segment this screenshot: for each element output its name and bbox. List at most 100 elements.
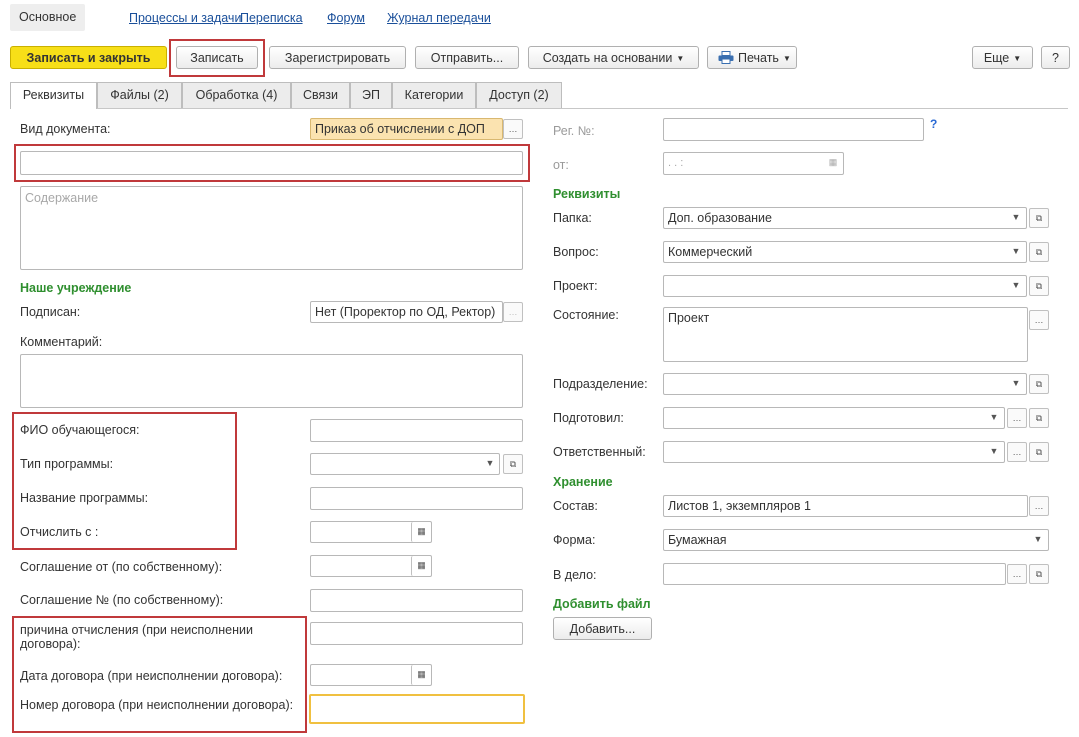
signed-field[interactable]: Нет (Проректор по ОД, Ректор) — [310, 301, 503, 323]
chevron-down-icon[interactable]: ▼ — [1028, 530, 1048, 550]
department-label: Подразделение: — [553, 377, 648, 391]
contract-no-input[interactable] — [309, 694, 525, 724]
ellipsis-icon[interactable]: … — [1007, 564, 1027, 584]
to-file-label: В дело: — [553, 568, 597, 582]
from-date-field[interactable]: . . : — [663, 152, 844, 175]
folder-value: Доп. образование — [668, 211, 772, 225]
program-type-select[interactable] — [310, 453, 500, 475]
add-file-header: Добавить файл — [553, 597, 651, 611]
student-input[interactable] — [310, 419, 523, 442]
comment-label: Комментарий: — [20, 335, 103, 349]
tab-access[interactable]: Доступ (2) — [476, 82, 562, 108]
nav-tab-main[interactable]: Основное — [10, 4, 86, 31]
agreement-from-label: Соглашение от (по собственному): — [20, 560, 223, 574]
open-form-icon[interactable]: ⧉ — [503, 454, 523, 474]
reg-no-label: Рег. №: — [553, 124, 595, 138]
prepared-select[interactable] — [663, 407, 1005, 429]
reg-no-input[interactable] — [663, 118, 924, 141]
chevron-down-icon[interactable]: ▼ — [984, 408, 1004, 428]
tab-processing[interactable]: Обработка (4) — [182, 82, 291, 108]
comment-textarea[interactable] — [20, 354, 523, 408]
project-select[interactable] — [663, 275, 1027, 297]
question-select[interactable]: Коммерческий — [663, 241, 1027, 263]
signed-label: Подписан: — [20, 305, 81, 319]
tabs-baseline — [10, 108, 1068, 109]
project-label: Проект: — [553, 279, 598, 293]
print-button[interactable]: Печать ▼ — [707, 46, 797, 69]
chevron-down-icon[interactable]: ▼ — [480, 454, 500, 474]
top-navigation: Основное Процессы и задачи Переписка Фор… — [0, 0, 1079, 36]
form-select[interactable]: Бумажная — [663, 529, 1049, 551]
add-file-button[interactable]: Добавить... — [553, 617, 652, 640]
calendar-icon[interactable]: ▦ — [823, 153, 843, 173]
open-form-icon[interactable]: ⧉ — [1029, 564, 1049, 584]
title-input[interactable] — [20, 151, 523, 175]
more-button[interactable]: Еще ▼ — [972, 46, 1033, 69]
open-form-icon[interactable]: ⧉ — [1029, 408, 1049, 428]
ellipsis-icon[interactable]: … — [1007, 408, 1027, 428]
send-button[interactable]: Отправить... — [415, 46, 519, 69]
department-select[interactable] — [663, 373, 1027, 395]
state-value: Проект — [668, 311, 710, 325]
composition-label: Состав: — [553, 499, 598, 513]
folder-label: Папка: — [553, 211, 592, 225]
tab-requisites[interactable]: Реквизиты — [10, 82, 97, 109]
nav-link-processes[interactable]: Процессы и задачи — [129, 11, 241, 25]
help-button[interactable]: ? — [1041, 46, 1070, 69]
chevron-down-icon[interactable]: ▼ — [1006, 208, 1026, 228]
nav-link-correspondence[interactable]: Переписка — [240, 11, 303, 25]
ellipsis-icon[interactable]: … — [503, 119, 523, 139]
chevron-down-icon: ▼ — [1013, 54, 1022, 63]
state-field[interactable]: Проект — [663, 307, 1028, 362]
save-and-close-button[interactable]: Записать и закрыть — [10, 46, 167, 69]
folder-select[interactable]: Доп. образование — [663, 207, 1027, 229]
chevron-down-icon: ▼ — [676, 54, 685, 63]
question-label: Вопрос: — [553, 245, 599, 259]
open-form-icon[interactable]: ⧉ — [1029, 276, 1049, 296]
calendar-icon[interactable]: ▦ — [411, 522, 431, 542]
printer-icon — [718, 51, 734, 64]
contract-no-label: Номер договора (при неисполнении договор… — [20, 698, 294, 712]
form-value: Бумажная — [668, 533, 727, 547]
tab-signature[interactable]: ЭП — [350, 82, 392, 108]
agreement-no-label: Соглашение № (по собственному): — [20, 593, 224, 607]
create-based-on-button[interactable]: Создать на основании ▼ — [528, 46, 699, 69]
nav-link-transfer-log[interactable]: Журнал передачи — [387, 11, 491, 25]
chevron-down-icon[interactable]: ▼ — [1006, 242, 1026, 262]
ellipsis-icon[interactable]: … — [1029, 496, 1049, 516]
ellipsis-icon[interactable]: … — [503, 302, 523, 322]
open-form-icon[interactable]: ⧉ — [1029, 208, 1049, 228]
to-file-field[interactable] — [663, 563, 1006, 585]
register-button[interactable]: Зарегистрировать — [269, 46, 406, 69]
content-placeholder: Содержание — [25, 191, 99, 205]
help-icon[interactable]: ? — [930, 117, 937, 131]
content-textarea[interactable]: Содержание — [20, 186, 523, 270]
composition-field[interactable]: Листов 1, экземпляров 1 — [663, 495, 1028, 517]
doc-type-label: Вид документа: — [20, 122, 111, 136]
open-form-icon[interactable]: ⧉ — [1029, 374, 1049, 394]
reason-input[interactable] — [310, 622, 523, 645]
open-form-icon[interactable]: ⧉ — [1029, 242, 1049, 262]
calendar-icon[interactable]: ▦ — [411, 665, 431, 685]
ellipsis-icon[interactable]: … — [1029, 310, 1049, 330]
tab-links[interactable]: Связи — [291, 82, 350, 108]
program-name-input[interactable] — [310, 487, 523, 510]
program-name-label: Название программы: — [20, 491, 149, 505]
chevron-down-icon[interactable]: ▼ — [1006, 374, 1026, 394]
create-based-on-label: Создать на основании — [542, 51, 673, 65]
calendar-icon[interactable]: ▦ — [411, 556, 431, 576]
reason-label: причина отчисления (при неисполнении дог… — [20, 623, 253, 651]
signed-value: Нет (Проректор по ОД, Ректор) — [315, 305, 496, 319]
chevron-down-icon[interactable]: ▼ — [984, 442, 1004, 462]
chevron-down-icon[interactable]: ▼ — [1006, 276, 1026, 296]
agreement-no-input[interactable] — [310, 589, 523, 612]
storage-header: Хранение — [553, 475, 613, 489]
tab-categories[interactable]: Категории — [392, 82, 476, 108]
ellipsis-icon[interactable]: … — [1007, 442, 1027, 462]
question-value: Коммерческий — [668, 245, 753, 259]
tab-files[interactable]: Файлы (2) — [97, 82, 182, 108]
nav-link-forum[interactable]: Форум — [327, 11, 365, 25]
open-form-icon[interactable]: ⧉ — [1029, 442, 1049, 462]
doc-type-field[interactable]: Приказ об отчислении с ДОП — [310, 118, 503, 140]
responsible-select[interactable] — [663, 441, 1005, 463]
